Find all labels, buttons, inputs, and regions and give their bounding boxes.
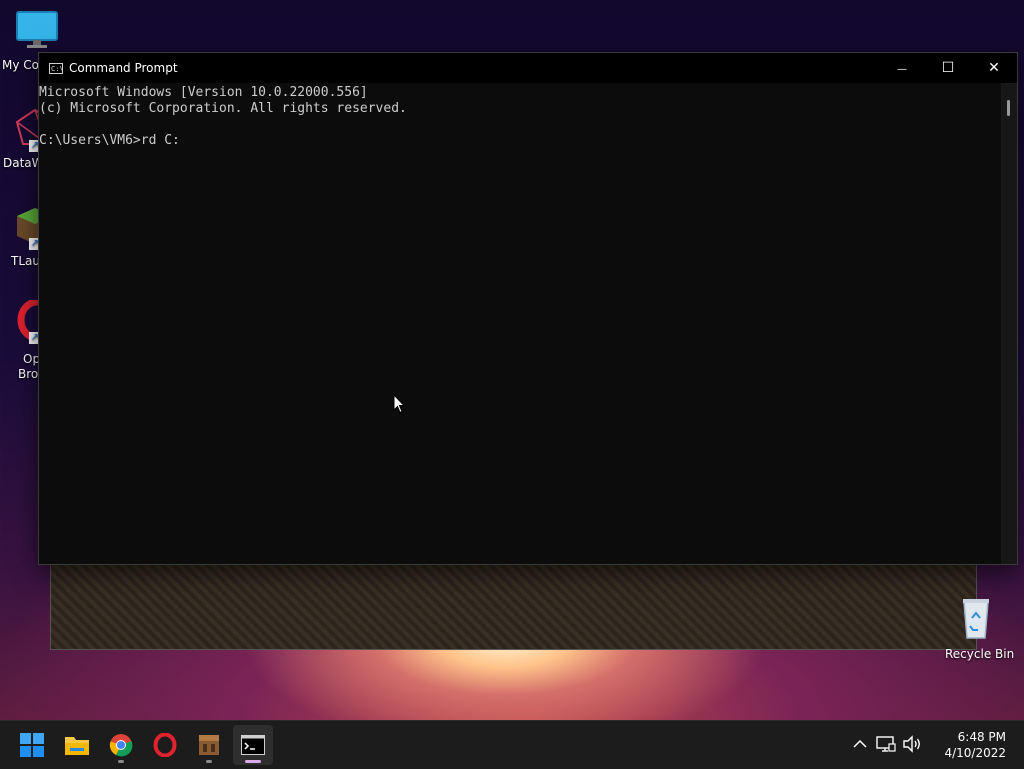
- chevron-up-icon: [853, 739, 867, 748]
- taskbar-chrome[interactable]: [101, 725, 141, 765]
- title-bar[interactable]: C:\ Command Prompt — ☐ ✕: [39, 53, 1017, 83]
- terminal-prompt-line[interactable]: C:\Users\VM6>rd C:: [39, 133, 1001, 149]
- speaker-icon: [903, 735, 920, 753]
- desktop-icon-recycle-bin[interactable]: Recycle Bin: [940, 596, 1014, 661]
- active-indicator: [245, 760, 261, 763]
- minimize-button[interactable]: —: [879, 53, 925, 83]
- taskbar: 6:48 PM 4/10/2022: [0, 720, 1024, 769]
- terminal-line: Microsoft Windows [Version 10.0.22000.55…: [39, 85, 368, 100]
- start-button[interactable]: [12, 725, 52, 765]
- close-button[interactable]: ✕: [971, 53, 1017, 83]
- windows-logo-icon: [20, 733, 44, 757]
- desktop-icon-label: Recycle Bin: [945, 647, 1015, 661]
- taskbar-command-prompt[interactable]: [233, 725, 273, 765]
- maximize-button[interactable]: ☐: [925, 53, 971, 83]
- background-app-window[interactable]: [50, 560, 977, 650]
- desktop: My Co ↗ DataW ↗ TLaur ↗ Op Brov Recycle …: [0, 0, 1024, 720]
- vertical-scrollbar[interactable]: [1001, 83, 1017, 564]
- volume-button[interactable]: [902, 735, 922, 755]
- running-indicator: [206, 760, 212, 763]
- system-tray: 6:48 PM 4/10/2022: [844, 721, 1024, 769]
- command-prompt-window[interactable]: C:\ Command Prompt — ☐ ✕ Microsoft Windo…: [38, 52, 1018, 565]
- desktop-icon-my-computer[interactable]: My Co: [2, 10, 72, 72]
- taskbar-file-explorer[interactable]: [57, 725, 97, 765]
- terminal-output[interactable]: Microsoft Windows [Version 10.0.22000.55…: [39, 83, 1001, 564]
- cmd-app-icon: C:\: [49, 62, 64, 74]
- desktop-icon-label: My Co: [2, 58, 39, 72]
- show-hidden-icons-button[interactable]: [850, 735, 870, 755]
- monitor-icon: [15, 10, 59, 54]
- clock[interactable]: 6:48 PM 4/10/2022: [944, 729, 1006, 761]
- network-button[interactable]: [876, 735, 896, 755]
- crafting-table-icon: [199, 735, 219, 755]
- chrome-icon: [109, 734, 133, 757]
- taskbar-opera[interactable]: [145, 725, 185, 765]
- close-icon: ✕: [988, 60, 1000, 76]
- network-icon: [876, 736, 896, 752]
- window-title: Command Prompt: [69, 61, 178, 75]
- clock-date: 4/10/2022: [944, 746, 1006, 760]
- clock-time: 6:48 PM: [957, 730, 1006, 744]
- scrollbar-thumb[interactable]: [1007, 100, 1010, 116]
- terminal-icon: [241, 735, 265, 755]
- running-indicator: [118, 760, 124, 763]
- minimize-icon: —: [897, 64, 907, 75]
- maximize-icon: ☐: [941, 60, 955, 76]
- terminal-line: (c) Microsoft Corporation. All rights re…: [39, 101, 407, 116]
- taskbar-minecraft-launcher[interactable]: [189, 725, 229, 765]
- opera-icon: [153, 733, 177, 757]
- folder-icon: [65, 737, 89, 755]
- recycle-bin-icon: [958, 596, 994, 640]
